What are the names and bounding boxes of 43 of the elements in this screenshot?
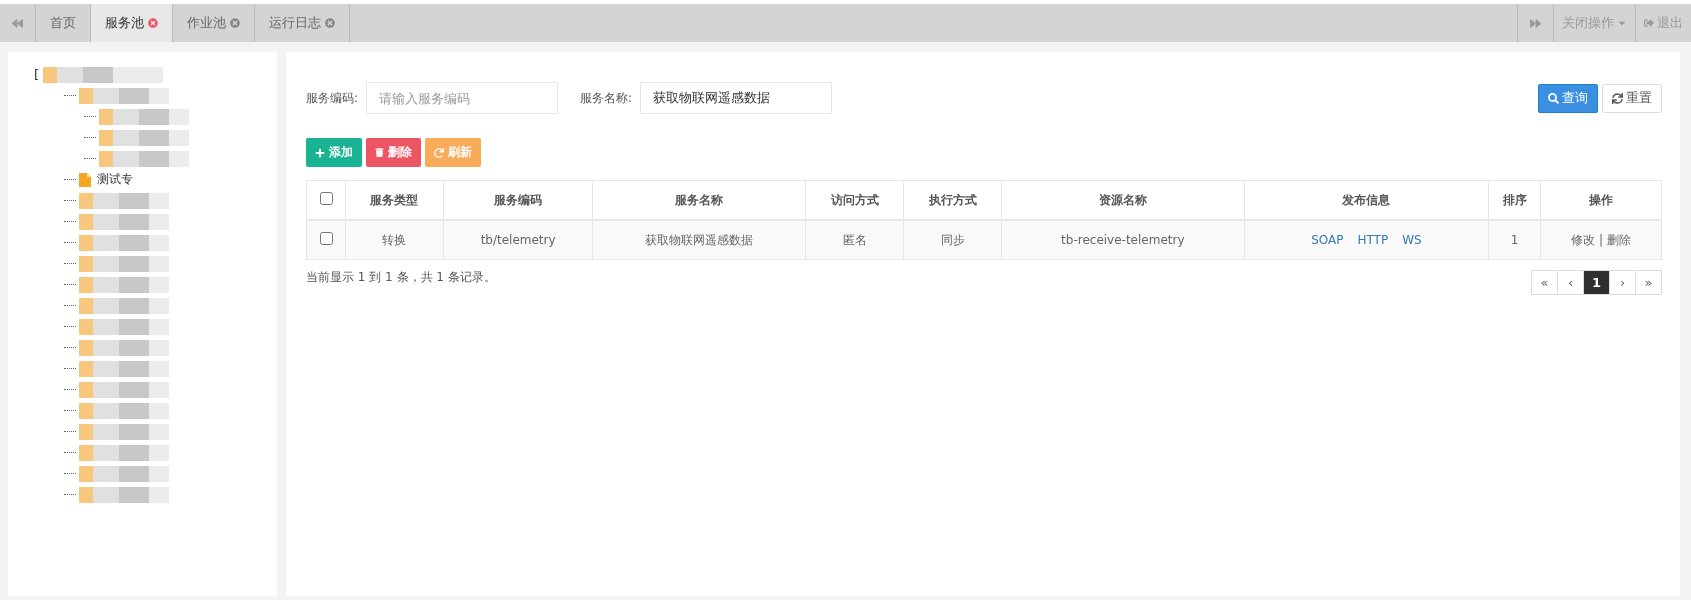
close-icon[interactable]: [148, 18, 158, 28]
edit-link[interactable]: 修改: [1570, 232, 1595, 247]
select-all-checkbox[interactable]: [319, 192, 333, 205]
table-cell: 转换: [345, 220, 444, 260]
table-cell: 匿名: [805, 220, 904, 260]
page-button[interactable]: ›: [1609, 270, 1636, 295]
table-cell: tb-receive-telemetry: [1001, 220, 1245, 260]
search-button[interactable]: 查询: [1538, 83, 1598, 113]
tree-root[interactable]: [: [34, 67, 40, 82]
table-cell: 获取物联网遥感数据: [592, 220, 806, 260]
page-button[interactable]: «: [1531, 270, 1558, 295]
delete-link[interactable]: 删除: [1607, 232, 1631, 247]
table-cell: tb/telemetry: [443, 220, 593, 260]
reset-button[interactable]: 重置: [1602, 83, 1662, 113]
rewind-icon: [12, 17, 23, 29]
row-checkbox[interactable]: [319, 232, 333, 245]
table-cell: 1: [1488, 220, 1541, 260]
plus-icon: [315, 147, 325, 158]
refresh-icon: [1612, 92, 1623, 104]
search-icon: [1548, 92, 1559, 104]
delete-button[interactable]: 删除: [366, 138, 421, 167]
refresh-icon: [434, 147, 444, 158]
field-label: 服务编码:: [306, 89, 359, 107]
publish-link[interactable]: HTTP: [1357, 233, 1389, 247]
tab[interactable]: 服务池: [91, 4, 173, 42]
field-label: 服务名称:: [580, 89, 633, 107]
separator: |: [1598, 232, 1603, 247]
close-icon[interactable]: [325, 18, 335, 28]
search-field[interactable]: 请输入服务编码: [366, 82, 559, 114]
tree-item[interactable]: 测试专: [97, 171, 133, 188]
page-button[interactable]: »: [1635, 270, 1662, 295]
fast-forward-icon: [1530, 17, 1541, 29]
trash-icon: [375, 148, 384, 157]
page-button[interactable]: ‹: [1557, 270, 1584, 295]
file-icon: [79, 172, 91, 187]
logout-icon: [1644, 18, 1654, 28]
page-button[interactable]: 1: [1583, 270, 1610, 295]
table-cell: 同步: [903, 220, 1002, 260]
close-icon[interactable]: [230, 18, 240, 28]
search-field[interactable]: 获取物联网遥感数据: [640, 82, 833, 114]
publish-link[interactable]: SOAP: [1311, 233, 1344, 247]
record-summary: 当前显示 1 到 1 条，共 1 条记录。: [306, 269, 496, 286]
publish-link[interactable]: WS: [1402, 233, 1422, 247]
